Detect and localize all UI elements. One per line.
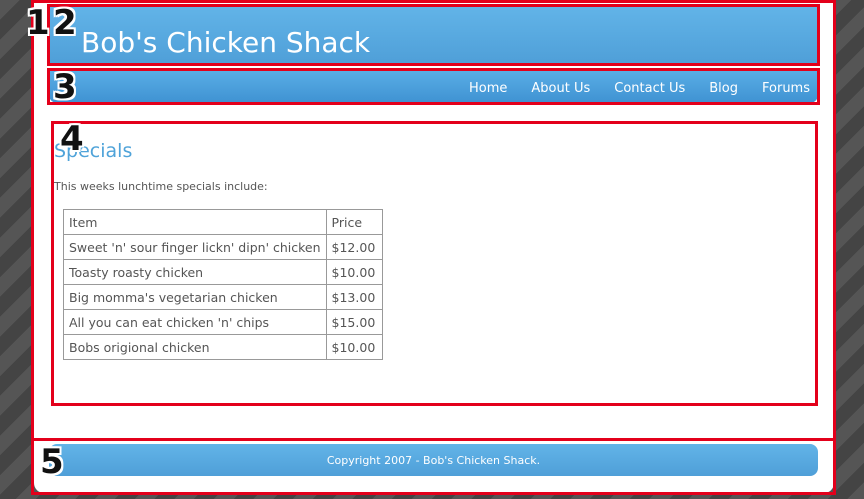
annotation-number-2: 2 — [53, 3, 77, 43]
annotation-number-4: 4 — [60, 119, 84, 159]
annotation-box-2 — [47, 4, 820, 66]
annotation-box-5 — [31, 438, 836, 495]
annotation-number-3: 3 — [53, 67, 77, 107]
annotation-number-1: 1 — [26, 3, 50, 43]
annotation-box-4 — [51, 121, 818, 406]
annotation-box-3 — [47, 68, 820, 105]
annotation-number-5: 5 — [40, 442, 64, 482]
